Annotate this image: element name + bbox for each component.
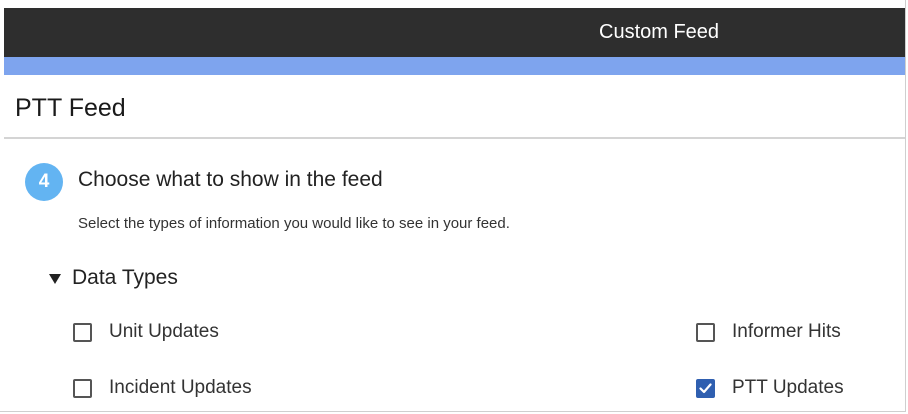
custom-feed-window: Custom Feed PTT Feed 4 Choose what to sh… — [0, 0, 906, 412]
page-title: PTT Feed — [15, 94, 126, 122]
accent-bar — [4, 57, 905, 75]
ptt-updates-checkbox[interactable] — [696, 378, 715, 398]
window-title: Custom Feed — [599, 21, 720, 43]
unit-updates-checkbox[interactable] — [73, 322, 92, 342]
informer-hits-label: Informer Hits — [732, 321, 841, 342]
step-number-badge: 4 — [25, 163, 63, 201]
incident-updates-checkbox[interactable] — [73, 378, 92, 398]
incident-updates-label: Incident Updates — [109, 377, 252, 398]
option-ptt-updates[interactable]: PTT Updates — [696, 377, 844, 399]
expanded-triangle-icon — [49, 274, 61, 284]
unit-updates-label: Unit Updates — [109, 321, 219, 342]
step-description: Select the types of information you woul… — [78, 215, 510, 232]
informer-hits-checkbox[interactable] — [696, 322, 715, 342]
option-informer-hits[interactable]: Informer Hits — [696, 321, 841, 343]
ptt-updates-label: PTT Updates — [732, 377, 844, 398]
step-heading: Choose what to show in the feed — [78, 168, 383, 191]
option-incident-updates[interactable]: Incident Updates — [73, 377, 252, 399]
title-divider — [4, 137, 905, 139]
option-unit-updates[interactable]: Unit Updates — [73, 321, 219, 343]
data-types-section-toggle[interactable]: Data Types — [49, 266, 178, 290]
checkmark-icon — [699, 382, 712, 393]
data-types-label: Data Types — [72, 266, 178, 289]
title-bar: Custom Feed — [4, 8, 905, 57]
